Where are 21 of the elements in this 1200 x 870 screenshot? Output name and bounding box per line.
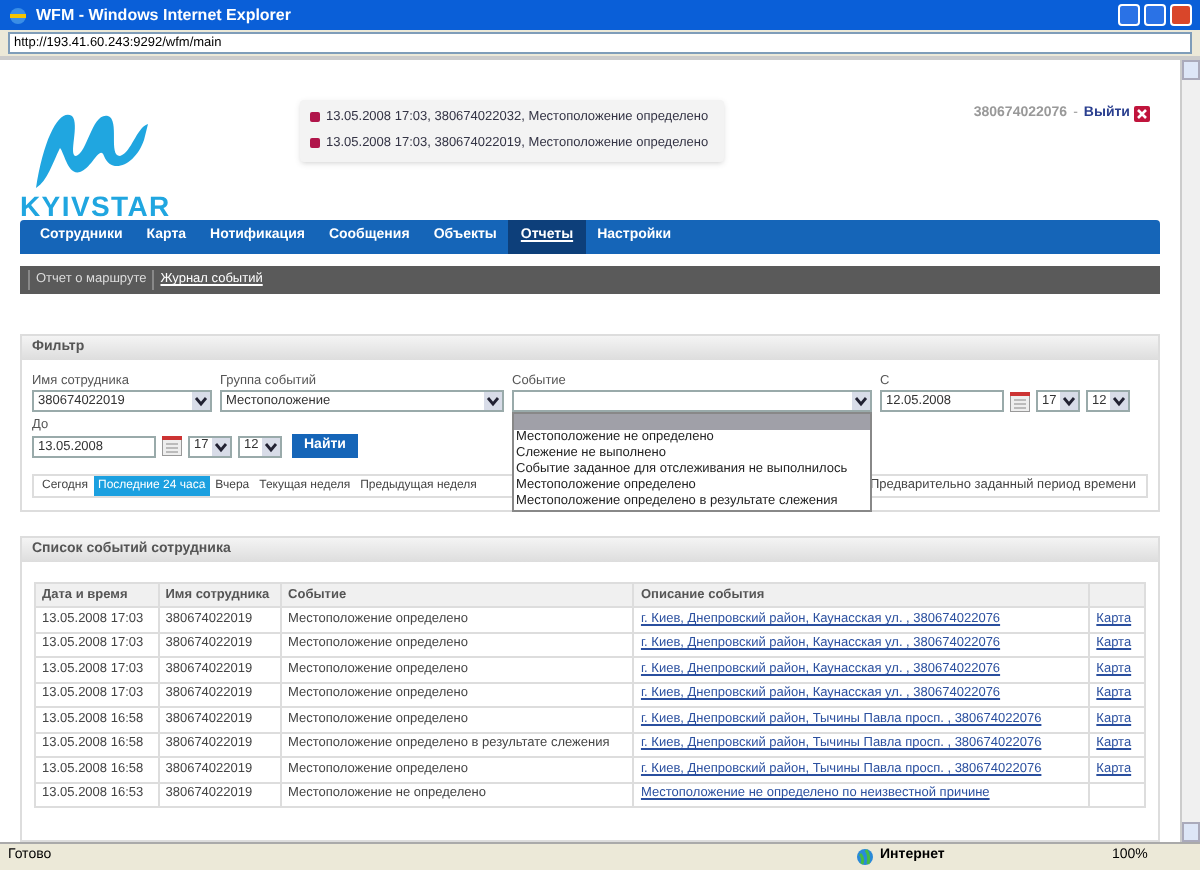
dropdown-arrow-icon	[1110, 392, 1128, 410]
dropdown-arrow-icon	[212, 437, 230, 455]
dropdown-arrow-icon	[262, 437, 280, 455]
close-icon[interactable]	[1134, 106, 1150, 123]
minimize-button[interactable]	[1118, 4, 1140, 26]
event-select[interactable]	[512, 390, 872, 412]
bullet-icon	[310, 138, 320, 149]
scrollbar[interactable]	[1180, 60, 1200, 842]
restore-button[interactable]	[1144, 4, 1166, 26]
calendar-icon[interactable]	[162, 436, 182, 456]
dropdown-arrow-icon	[484, 392, 502, 410]
dropdown-arrow-icon	[192, 392, 210, 410]
dropdown-arrow-icon	[1060, 392, 1078, 410]
calendar-icon[interactable]	[1010, 391, 1030, 411]
globe-icon	[856, 848, 874, 866]
close-button[interactable]	[1170, 4, 1192, 26]
logo: KYIVSTAR	[20, 96, 260, 220]
browser-icon	[8, 5, 28, 25]
dropdown-arrow-icon	[852, 392, 870, 410]
bullet-icon	[310, 112, 320, 123]
window-title: WFM - Windows Internet Explorer	[36, 3, 291, 27]
